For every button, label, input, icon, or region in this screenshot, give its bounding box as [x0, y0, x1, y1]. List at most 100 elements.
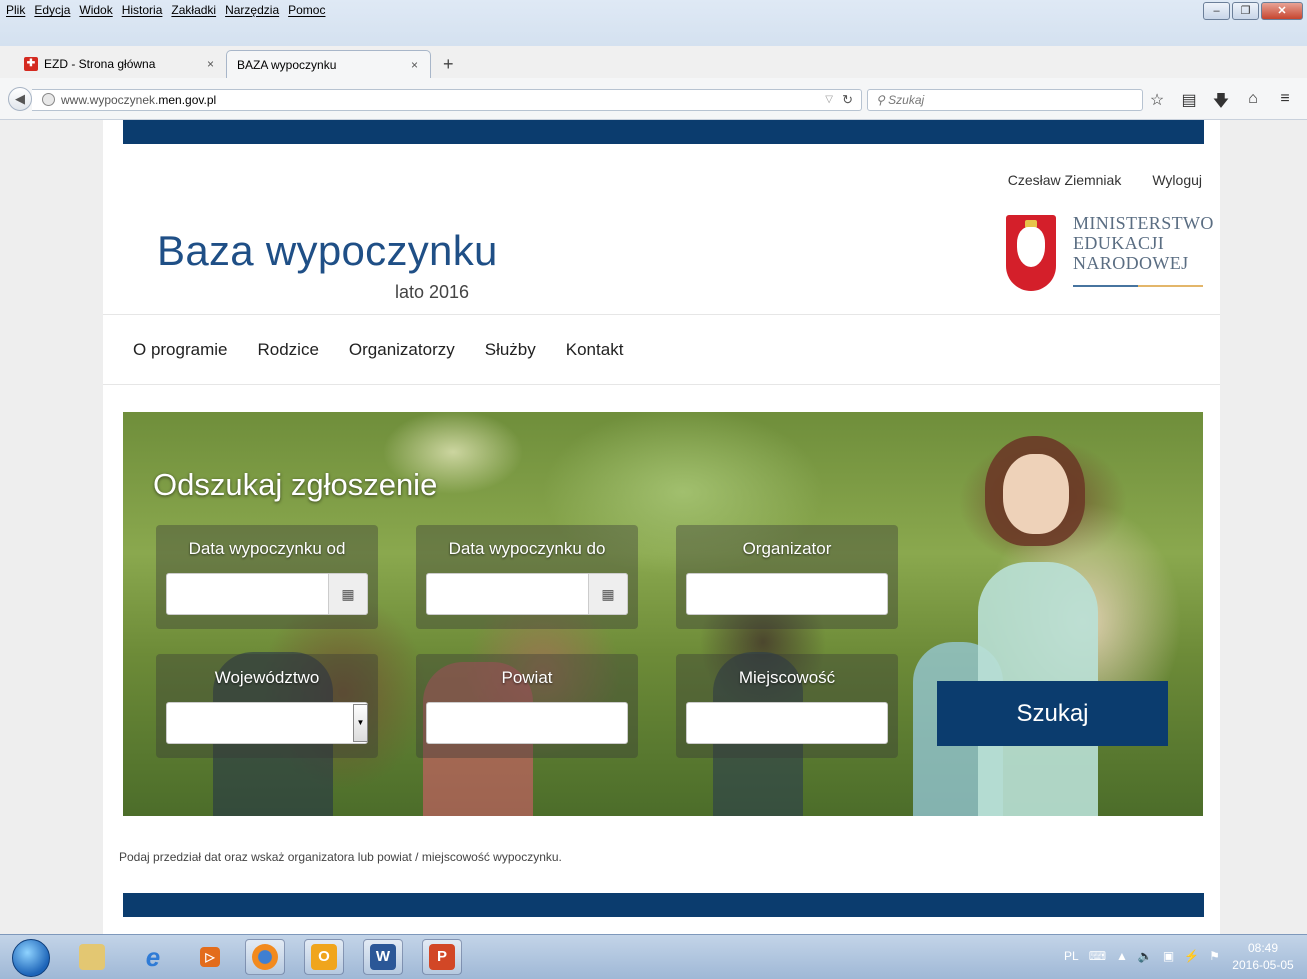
- new-tab-icon[interactable]: +: [443, 50, 454, 78]
- back-arrow-icon[interactable]: ◀: [8, 87, 32, 111]
- date-to-group: Data wypoczynku do ▦: [416, 525, 638, 629]
- menu-narzedzia[interactable]: Narzędzia: [225, 3, 279, 17]
- ministry-line-1: MINISTERSTWO: [1073, 213, 1214, 233]
- history-dropdown-icon[interactable]: ▽: [825, 90, 833, 110]
- tab-label: BAZA wypoczynku: [237, 57, 337, 72]
- globe-icon: [42, 93, 55, 106]
- menu-edycja[interactable]: Edycja: [34, 3, 70, 17]
- organizer-group: Organizator: [676, 525, 898, 629]
- ezd-favicon-icon: ✚: [24, 57, 38, 71]
- page-background-right: [1220, 120, 1307, 934]
- ministry-logo[interactable]: MINISTERSTWO EDUKACJI NARODOWEJ: [1006, 213, 1213, 295]
- search-placeholder: Szukaj: [888, 93, 925, 107]
- volume-icon[interactable]: 🔈: [1138, 949, 1153, 963]
- menu-bar: Plik Edycja Widok Historia Zakładki Narz…: [6, 3, 325, 17]
- windows-taskbar: e ▷ O W P PL ⌨ ▲ 🔈 ▣ ⚡ ⚑ 08:49 2016-05-0…: [0, 934, 1307, 979]
- outlook-icon: O: [311, 944, 337, 970]
- menu-widok[interactable]: Widok: [79, 3, 112, 17]
- search-button[interactable]: Szukaj: [937, 681, 1168, 746]
- keyboard-icon[interactable]: ⌨: [1089, 949, 1106, 963]
- maximize-button[interactable]: ❐: [1232, 2, 1259, 20]
- taskbar-powerpoint[interactable]: P: [422, 939, 462, 975]
- clock-date: 2016-05-05: [1232, 958, 1294, 972]
- taskbar-firefox[interactable]: [245, 939, 285, 975]
- tab-label: EZD - Strona główna: [44, 57, 156, 71]
- menu-zakladki[interactable]: Zakładki: [171, 3, 216, 17]
- network-icon[interactable]: ▣: [1163, 949, 1174, 963]
- tab-close-icon[interactable]: ×: [411, 58, 418, 72]
- power-icon[interactable]: ⚡: [1184, 949, 1199, 963]
- show-hidden-icons-icon[interactable]: ▲: [1116, 949, 1128, 963]
- voivodeship-select[interactable]: [166, 702, 368, 744]
- user-name-link[interactable]: Czesław Ziemniak: [1008, 172, 1122, 188]
- divider: [103, 384, 1220, 385]
- locality-input[interactable]: [686, 702, 888, 744]
- url-host: men.gov.pl: [158, 93, 217, 107]
- taskbar-file-explorer[interactable]: [72, 939, 112, 975]
- url-prefix: www.wypoczynek.: [61, 93, 159, 107]
- district-input[interactable]: [426, 702, 628, 744]
- nav-sluzby[interactable]: Służby: [485, 340, 536, 360]
- ministry-pen-line: [1073, 285, 1203, 287]
- browser-titlebar: Plik Edycja Widok Historia Zakładki Narz…: [0, 0, 1307, 78]
- search-icon: ⚲: [876, 93, 885, 107]
- search-heading: Odszukaj zgłoszenie: [153, 467, 438, 502]
- user-links: Czesław Ziemniak Wyloguj: [1008, 172, 1202, 188]
- date-to-label: Data wypoczynku do: [448, 539, 606, 558]
- hamburger-menu-icon[interactable]: ≡: [1276, 90, 1294, 117]
- calendar-icon[interactable]: ▦: [328, 573, 368, 615]
- tab-ezd[interactable]: ✚ EZD - Strona główna ×: [14, 50, 226, 78]
- downloads-icon[interactable]: 🡇: [1212, 90, 1230, 117]
- clock-time: 08:49: [1247, 941, 1279, 955]
- page-viewport: Czesław Ziemniak Wyloguj Baza wypoczynku…: [0, 120, 1307, 934]
- orange-app-icon: ▷: [200, 947, 220, 967]
- nav-rodzice[interactable]: Rodzice: [257, 340, 318, 360]
- calendar-icon[interactable]: ▦: [588, 573, 628, 615]
- nav-organizatorzy[interactable]: Organizatorzy: [349, 340, 455, 360]
- tab-baza-wypoczynku[interactable]: BAZA wypoczynku ×: [226, 50, 431, 78]
- taskbar-internet-explorer[interactable]: e: [133, 939, 173, 975]
- language-indicator[interactable]: PL: [1064, 949, 1079, 963]
- tab-close-icon[interactable]: ×: [207, 57, 214, 71]
- district-label: Powiat: [501, 668, 553, 687]
- home-icon[interactable]: ⌂: [1244, 90, 1262, 117]
- nav-kontakt[interactable]: Kontakt: [566, 340, 624, 360]
- date-from-label: Data wypoczynku od: [188, 539, 346, 558]
- close-window-button[interactable]: ✕: [1261, 2, 1303, 20]
- dropdown-arrow-icon[interactable]: ▼: [353, 704, 368, 742]
- toolbar-icons: ☆ ▤ 🡇 ⌂ ≡: [1148, 90, 1294, 117]
- ministry-line-3: NARODOWEJ: [1073, 253, 1189, 273]
- bottom-brand-strip: [123, 893, 1204, 917]
- folder-icon: [79, 944, 105, 970]
- menu-historia[interactable]: Historia: [122, 3, 163, 17]
- bookmarks-menu-icon[interactable]: ▤: [1180, 90, 1198, 117]
- reload-icon[interactable]: ↻: [842, 90, 853, 110]
- bookmark-star-icon[interactable]: ☆: [1148, 90, 1166, 117]
- taskbar-clock[interactable]: 08:49 2016-05-05: [1228, 940, 1298, 974]
- voivodeship-label: Województwo: [214, 668, 320, 687]
- search-hint: Podaj przedział dat oraz wskaż organizat…: [119, 850, 562, 864]
- organizer-input[interactable]: [686, 573, 888, 615]
- start-button[interactable]: [12, 939, 50, 977]
- action-center-flag-icon[interactable]: ⚑: [1209, 949, 1220, 963]
- nav-o-programie[interactable]: O programie: [133, 340, 227, 360]
- organizer-label: Organizator: [742, 539, 832, 558]
- taskbar-word[interactable]: W: [363, 939, 403, 975]
- taskbar-outlook[interactable]: O: [304, 939, 344, 975]
- site-title[interactable]: Baza wypoczynku: [157, 227, 498, 275]
- search-input[interactable]: ⚲ Szukaj: [867, 89, 1143, 111]
- minimize-button[interactable]: –: [1203, 2, 1230, 20]
- url-bar[interactable]: www.wypoczynek.men.gov.pl ▽ ↻: [32, 89, 862, 111]
- menu-plik[interactable]: Plik: [6, 3, 25, 17]
- date-from-group: Data wypoczynku od ▦: [156, 525, 378, 629]
- district-group: Powiat: [416, 654, 638, 758]
- word-icon: W: [370, 944, 396, 970]
- navigation-toolbar: ◀ www.wypoczynek.men.gov.pl ▽ ↻ ⚲ Szukaj…: [0, 78, 1307, 120]
- menu-pomoc[interactable]: Pomoc: [288, 3, 325, 17]
- top-brand-strip: [123, 120, 1204, 144]
- voivodeship-group: Województwo ▼: [156, 654, 378, 758]
- taskbar-app[interactable]: ▷: [190, 939, 230, 975]
- search-hero: Odszukaj zgłoszenie Data wypoczynku od ▦…: [123, 412, 1203, 816]
- system-tray: PL ⌨ ▲ 🔈 ▣ ⚡ ⚑: [1064, 949, 1220, 963]
- logout-link[interactable]: Wyloguj: [1152, 172, 1202, 188]
